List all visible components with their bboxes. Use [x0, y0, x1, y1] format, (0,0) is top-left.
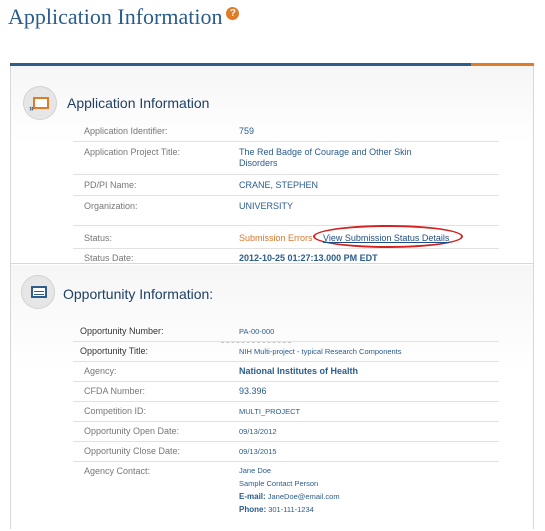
field-label: Status Date:	[84, 253, 134, 263]
contact-email-label: E-mail:	[239, 492, 266, 501]
contact-phone: 301-111-1234	[268, 505, 314, 514]
opportunity-information-section: Opportunity Information: Opportunity Num…	[11, 265, 533, 529]
field-value: 93.396	[239, 386, 267, 396]
opportunity-icon	[21, 275, 55, 309]
field-value: MULTI_PROJECT	[239, 407, 301, 416]
application-section-title: Application Information	[67, 95, 210, 111]
field-row-organization: Organization: UNIVERSITY	[73, 197, 499, 226]
field-label: CFDA Number:	[84, 386, 146, 396]
contact-phone-line: Phone: 301-111-1234	[239, 505, 314, 514]
field-label: Opportunity Open Date:	[84, 426, 180, 436]
field-label: Application Identifier:	[84, 126, 168, 136]
field-label: Application Project Title:	[84, 147, 181, 157]
contact-name: Jane Doe	[239, 466, 272, 475]
contact-role: Sample Contact Person	[239, 479, 319, 488]
field-label: Competition ID:	[84, 406, 147, 416]
field-label: Agency:	[84, 366, 117, 376]
view-submission-status-details-link[interactable]: View Submission Status Details	[323, 233, 449, 243]
field-row-agency-contact: Agency Contact: Jane Doe Sample Contact …	[73, 462, 499, 522]
page-title: Application Information ?	[8, 4, 240, 30]
application-information-section: » Application Information Application Id…	[11, 66, 533, 264]
field-value: CRANE, STEPHEN	[239, 180, 319, 190]
contact-email-line: E-mail: JaneDoe@email.com	[239, 492, 340, 501]
field-label: Organization:	[84, 201, 138, 211]
field-value: National Institutes of Health	[239, 366, 359, 376]
field-label: Agency Contact:	[84, 466, 151, 476]
field-value: NIH Multi-project - typical Research Com…	[239, 347, 402, 356]
field-value: UNIVERSITY	[239, 201, 294, 211]
field-row-competition-id: Competition ID: MULTI_PROJECT	[73, 402, 499, 422]
field-value: 09/13/2012	[239, 427, 277, 436]
field-row-open-date: Opportunity Open Date: 09/13/2012	[73, 422, 499, 442]
field-row-opportunity-number: Opportunity Number: PA-00-000	[73, 322, 499, 342]
status-value: Submission Errors	[239, 233, 313, 243]
field-row-status: Status: Submission Errors View Submissio…	[73, 225, 499, 249]
field-label: Opportunity Close Date:	[84, 446, 181, 456]
field-row-close-date: Opportunity Close Date: 09/13/2015	[73, 442, 499, 462]
field-row-cfda-number: CFDA Number: 93.396	[73, 382, 499, 402]
field-value: 09/13/2015	[239, 447, 277, 456]
field-row-opportunity-title: Opportunity Title: NIH Multi-project - t…	[73, 342, 499, 362]
field-row-application-identifier: Application Identifier: 759	[73, 122, 499, 142]
field-row-project-title: Application Project Title: The Red Badge…	[73, 143, 499, 175]
field-value: 2012-10-25 01:27:13.000 PM EDT	[239, 253, 378, 263]
field-value: 759	[239, 126, 255, 136]
field-row-pdpi-name: PD/PI Name: CRANE, STEPHEN	[73, 176, 499, 196]
field-row-agency: Agency: National Institutes of Health	[73, 362, 499, 382]
field-label: PD/PI Name:	[84, 180, 137, 190]
page-title-text: Application Information	[8, 4, 223, 29]
application-icon: »	[23, 86, 57, 120]
help-icon[interactable]: ?	[226, 6, 240, 20]
field-label: Status:	[84, 233, 113, 243]
opportunity-section-title: Opportunity Information:	[63, 286, 214, 302]
contact-phone-label: Phone:	[239, 505, 267, 514]
field-value: The Red Badge of Courage and Other Skin …	[239, 147, 412, 168]
field-label: Opportunity Number:	[80, 326, 164, 336]
contact-email[interactable]: JaneDoe@email.com	[268, 492, 340, 501]
field-label: Opportunity Title:	[80, 346, 149, 356]
field-value: PA-00-000	[239, 327, 275, 336]
